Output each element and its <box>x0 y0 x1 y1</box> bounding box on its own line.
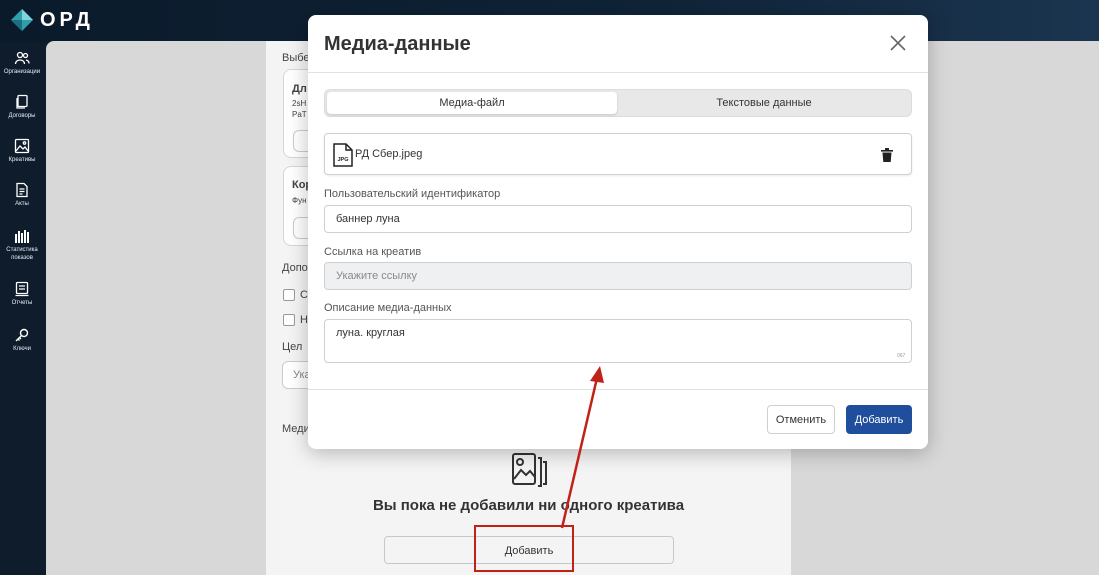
documents-icon <box>16 94 28 109</box>
bg-card-line: PaT <box>292 110 307 119</box>
sidebar-item-label: Отчеты <box>11 300 33 306</box>
jpg-file-icon: JPG <box>333 143 353 167</box>
sidebar-item-keys[interactable]: Ключи <box>0 327 44 353</box>
uploaded-file-row: JPG РД Сбер.jpeg <box>324 133 912 175</box>
bg-select-label: Выбер <box>282 52 308 64</box>
modal-title: Медиа-данные <box>324 33 471 55</box>
sidebar-item-label: Креативы <box>8 157 36 163</box>
bg-additional-label: Допо <box>282 262 308 274</box>
trash-icon[interactable] <box>881 148 893 162</box>
empty-state-title: Вы пока не добавили ни одного креатива <box>372 497 685 514</box>
sidebar-item-label: Акты <box>15 201 29 207</box>
report-icon <box>15 281 29 297</box>
bg-target-placeholder: Ука <box>293 369 309 381</box>
app-logo[interactable]: ОРД <box>10 8 94 32</box>
file-text-icon <box>16 182 28 198</box>
users-icon <box>14 51 30 65</box>
custom-id-label: Пользовательский идентификатор <box>324 188 501 200</box>
description-textarea[interactable]: луна. круглая <box>324 319 912 363</box>
submit-add-button[interactable]: Добавить <box>846 405 912 434</box>
close-icon[interactable] <box>888 33 908 53</box>
sidebar-item-contracts[interactable]: Договоры <box>0 94 44 120</box>
custom-id-input[interactable] <box>324 205 912 233</box>
bg-target-label: Цел <box>282 341 303 353</box>
creative-link-input[interactable] <box>324 262 912 290</box>
description-label: Описание медиа-данных <box>324 302 452 314</box>
bg-checkbox-label: Н <box>300 314 308 326</box>
tab-bar: Медиа-файл Текстовые данные <box>324 89 912 117</box>
empty-media-icon <box>512 453 547 487</box>
logo-diamond-icon <box>11 9 33 31</box>
bg-card-line: Фун <box>292 196 307 205</box>
sidebar-item-organizations[interactable]: Организации <box>0 50 44 76</box>
creative-link-label: Ссылка на креатив <box>324 246 422 258</box>
sidebar-item-acts[interactable]: Акты <box>0 182 44 208</box>
bg-card-line: 2sH <box>292 99 307 108</box>
sidebar-item-label: Ключи <box>13 346 31 352</box>
bg-card-title: Дл <box>292 83 307 95</box>
bg-checkbox[interactable] <box>283 314 295 326</box>
file-name: РД Сбер.jpeg <box>355 148 423 160</box>
bg-checkbox-label: С <box>300 289 308 301</box>
cancel-button[interactable]: Отменить <box>767 405 835 434</box>
bg-media-label: Меди <box>282 423 308 435</box>
sidebar-item-reports[interactable]: Отчеты <box>0 281 44 307</box>
key-icon <box>15 328 29 342</box>
bg-checkbox[interactable] <box>283 289 295 301</box>
sidebar-item-statistics[interactable]: Статистика показов <box>0 228 44 262</box>
image-icon <box>14 138 30 154</box>
bg-card-title: Кор <box>292 179 308 191</box>
sidebar-item-label: Статистика показов <box>6 247 38 261</box>
sidebar-item-label: Договоры <box>8 113 36 119</box>
tab-text-data[interactable]: Текстовые данные <box>619 92 909 114</box>
logo-text: ОРД <box>40 8 94 31</box>
annotation-highlight-box <box>474 525 574 572</box>
description-char-counter: 067 <box>897 353 906 359</box>
sidebar-item-creatives[interactable]: Креативы <box>0 138 44 164</box>
file-type-label: JPG <box>337 157 348 163</box>
modal-footer-divider <box>308 389 928 390</box>
sidebar: Организации Договоры Креативы Акты Стати… <box>0 42 44 575</box>
sidebar-item-label: Организации <box>3 69 41 75</box>
modal-header-divider <box>308 72 928 73</box>
tab-media-file[interactable]: Медиа-файл <box>327 92 617 114</box>
stats-icon <box>15 230 29 243</box>
media-data-modal: Медиа-данные Медиа-файл Текстовые данные… <box>308 15 928 449</box>
